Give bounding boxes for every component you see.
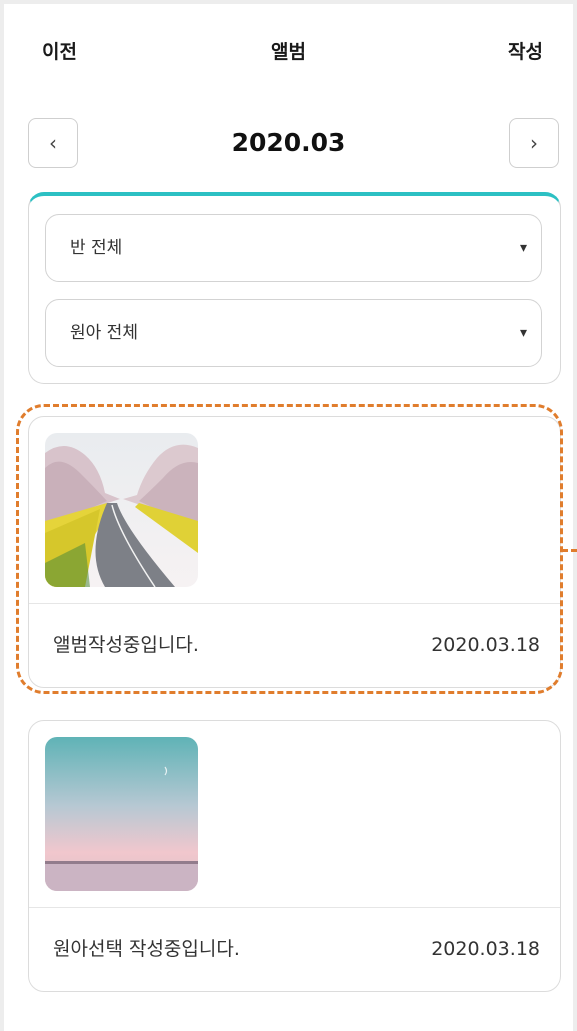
class-select-value: 반 전체 — [70, 238, 123, 258]
write-button[interactable]: 작성 — [508, 40, 543, 64]
prev-button[interactable]: 이전 — [42, 40, 77, 64]
child-select-value: 원아 전체 — [70, 323, 138, 343]
current-month: 2020.03 — [231, 128, 346, 157]
road-blossom-photo — [45, 433, 198, 587]
post-caption: 원아선택 작성중입니다. — [53, 938, 240, 960]
card-divider — [29, 907, 560, 908]
card-divider — [29, 603, 560, 604]
post-caption: 앨범작성중입니다. — [53, 634, 199, 656]
next-month-button[interactable]: › — [509, 118, 559, 168]
dropdown-arrow-icon: ▾ — [519, 325, 527, 341]
page-title: 앨범 — [271, 41, 306, 63]
post-date: 2020.03.18 — [431, 938, 540, 960]
highlight-connector — [562, 549, 577, 552]
post-date: 2020.03.18 — [431, 634, 540, 656]
top-bar: 이전 앨범 작성 — [4, 4, 573, 94]
album-thumbnail[interactable] — [45, 433, 198, 587]
pastel-sky-photo — [45, 737, 198, 891]
child-select[interactable]: 원아 전체 ▾ — [45, 299, 542, 367]
album-screen: 이전 앨범 작성 ‹ 2020.03 › 반 전체 ▾ 원아 전체 ▾ 앨범작성… — [4, 4, 577, 1031]
album-thumbnail[interactable] — [45, 737, 198, 891]
class-select[interactable]: 반 전체 ▾ — [45, 214, 542, 282]
month-navigator: ‹ 2020.03 › — [4, 118, 573, 168]
filter-panel: 반 전체 ▾ 원아 전체 ▾ — [28, 192, 561, 384]
dropdown-arrow-icon: ▾ — [519, 240, 527, 256]
album-post-card[interactable]: 앨범작성중입니다. 2020.03.18 — [28, 416, 561, 688]
album-post-card[interactable]: 원아선택 작성중입니다. 2020.03.18 — [28, 720, 561, 992]
chevron-right-icon: › — [530, 131, 538, 155]
